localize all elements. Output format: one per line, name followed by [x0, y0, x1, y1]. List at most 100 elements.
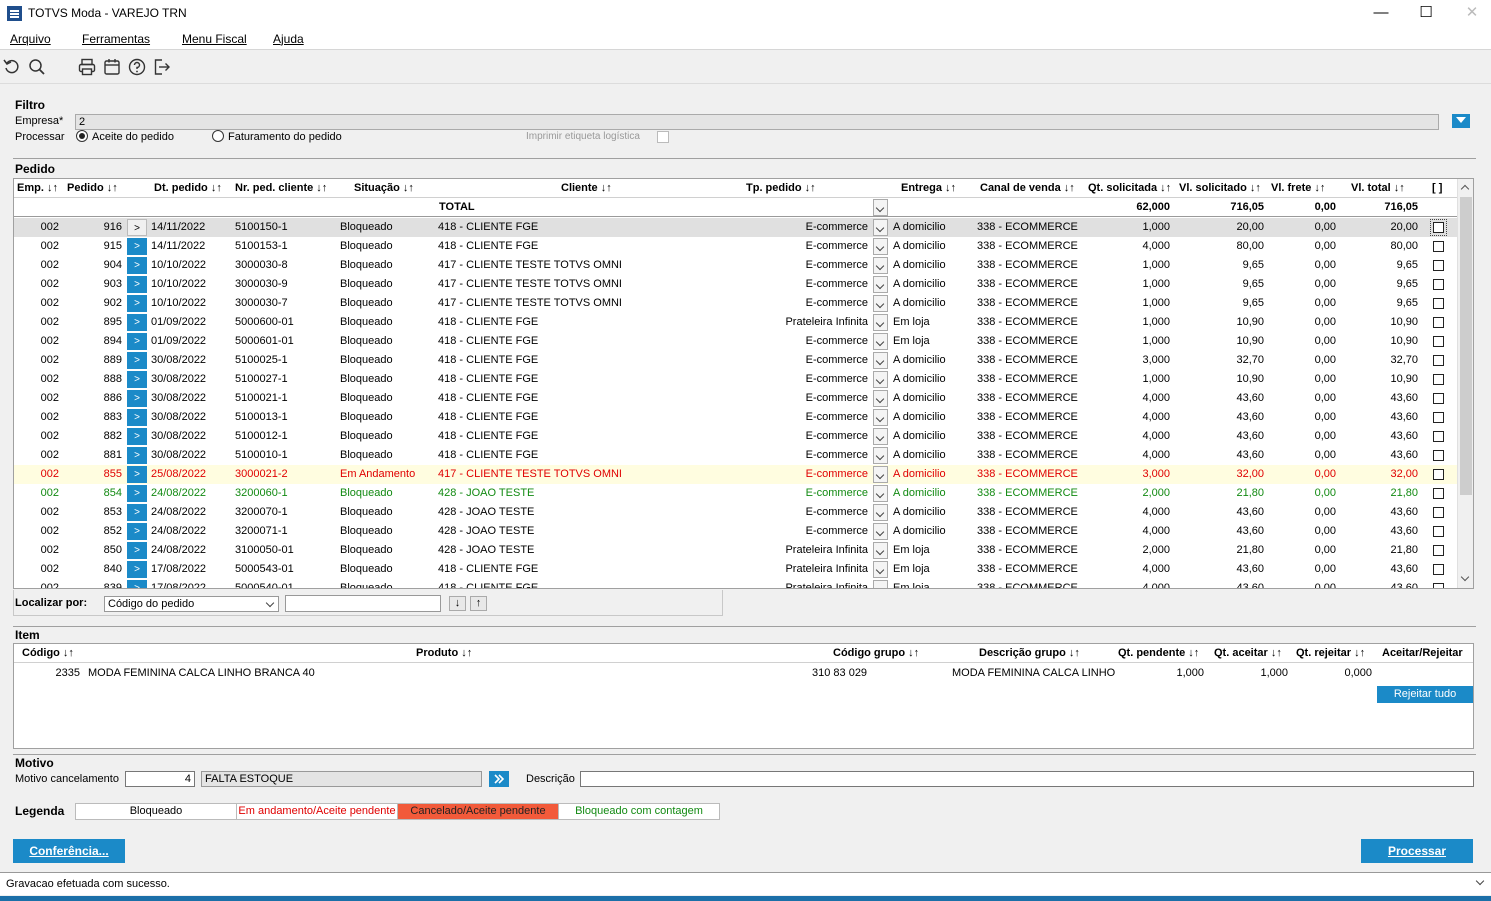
localizar-input[interactable]: [285, 595, 441, 612]
minimize-button[interactable]: —: [1358, 2, 1404, 26]
col-vl-solicitado[interactable]: Vl. solicitado ↓↑: [1179, 182, 1261, 194]
tp-pedido-dropdown[interactable]: [873, 409, 888, 426]
tp-pedido-dropdown[interactable]: [873, 580, 888, 588]
tp-pedido-dropdown[interactable]: [873, 295, 888, 312]
tp-pedido-dropdown[interactable]: [873, 504, 888, 521]
localizar-select[interactable]: Código do pedido: [104, 596, 279, 612]
tp-pedido-dropdown[interactable]: [873, 219, 888, 236]
tp-pedido-dropdown[interactable]: [873, 542, 888, 559]
open-order-button[interactable]: >: [127, 466, 147, 483]
motivo-code-field[interactable]: 4: [125, 771, 195, 787]
row-checkbox[interactable]: [1433, 507, 1444, 518]
open-order-button[interactable]: >: [127, 257, 147, 274]
open-order-button[interactable]: >: [127, 504, 147, 521]
open-order-button[interactable]: >: [127, 542, 147, 559]
tp-pedido-dropdown[interactable]: [873, 276, 888, 293]
empresa-field[interactable]: 2: [75, 114, 1439, 130]
col-vl-frete[interactable]: Vl. frete ↓↑: [1271, 182, 1325, 194]
open-order-button[interactable]: >: [127, 333, 147, 350]
filter-icon[interactable]: [1452, 114, 1470, 128]
row-checkbox[interactable]: [1433, 564, 1444, 575]
row-checkbox[interactable]: [1433, 374, 1444, 385]
radio-faturamento[interactable]: [212, 130, 224, 142]
menu-arquivo[interactable]: Arquivo: [10, 32, 51, 46]
tp-pedido-dropdown[interactable]: [873, 314, 888, 331]
col-dt-pedido[interactable]: Dt. pedido ↓↑: [154, 182, 222, 194]
row-checkbox[interactable]: [1433, 488, 1444, 499]
exit-icon[interactable]: [153, 58, 171, 76]
row-checkbox[interactable]: [1433, 526, 1444, 537]
col-pedido[interactable]: Pedido ↓↑: [67, 182, 118, 194]
open-order-button[interactable]: >: [127, 314, 147, 331]
calendar-icon[interactable]: [103, 58, 121, 76]
row-checkbox[interactable]: [1433, 260, 1444, 271]
close-button[interactable]: ✕: [1449, 2, 1491, 26]
row-checkbox[interactable]: [1433, 469, 1444, 480]
col-canal[interactable]: Canal de venda ↓↑: [980, 182, 1075, 194]
descricao-field[interactable]: [580, 771, 1474, 787]
open-order-button[interactable]: >: [127, 238, 147, 255]
row-checkbox[interactable]: [1433, 279, 1444, 290]
search-down-button[interactable]: ↓: [449, 596, 466, 611]
item-qt-aceitar[interactable]: 1,000: [1210, 667, 1288, 679]
col-entrega[interactable]: Entrega ↓↑: [901, 182, 956, 194]
help-icon[interactable]: [128, 58, 146, 76]
pedido-row[interactable]: 002 888 30/08/2022 5100027-1 Bloqueado 418 - …: [14, 370, 1457, 389]
conferencia-button[interactable]: Conferência...: [13, 839, 125, 863]
open-order-button[interactable]: >: [127, 561, 147, 578]
item-qt-rejeitar[interactable]: 0,000: [1294, 667, 1372, 679]
open-order-button[interactable]: >: [127, 523, 147, 540]
col-codigo-grupo[interactable]: Código grupo ↓↑: [833, 647, 919, 659]
tp-pedido-dropdown[interactable]: [873, 371, 888, 388]
pedido-row[interactable]: 002 839 17/08/2022 5000540-01 Bloqueado 418 -…: [14, 579, 1457, 588]
open-order-button[interactable]: >: [127, 447, 147, 464]
refresh-icon[interactable]: [3, 58, 21, 76]
search-icon[interactable]: [28, 58, 46, 76]
print-icon[interactable]: [78, 58, 96, 76]
row-checkbox[interactable]: [1433, 336, 1444, 347]
scroll-up-icon[interactable]: [1460, 184, 1470, 194]
open-order-button[interactable]: >: [127, 295, 147, 312]
pedido-row[interactable]: 002 881 30/08/2022 5100010-1 Bloqueado 418 - …: [14, 446, 1457, 465]
row-checkbox[interactable]: [1433, 431, 1444, 442]
col-qt-solicitada[interactable]: Qt. solicitada ↓↑: [1088, 182, 1171, 194]
etiqueta-checkbox[interactable]: [657, 131, 669, 143]
pedido-row[interactable]: 002 915 14/11/2022 5100153-1 Bloqueado 418 - …: [14, 237, 1457, 256]
pedido-row[interactable]: 002 903 10/10/2022 3000030-9 Bloqueado 417 - …: [14, 275, 1457, 294]
pedido-row[interactable]: 002 854 24/08/2022 3200060-1 Bloqueado 428 - …: [14, 484, 1457, 503]
row-checkbox[interactable]: [1433, 298, 1444, 309]
open-order-button[interactable]: >: [127, 276, 147, 293]
open-order-button[interactable]: >: [127, 219, 147, 236]
tp-pedido-dropdown[interactable]: [873, 390, 888, 407]
col-produto[interactable]: Produto ↓↑: [416, 647, 472, 659]
row-checkbox[interactable]: [1433, 355, 1444, 366]
open-order-button[interactable]: >: [127, 485, 147, 502]
open-order-button[interactable]: >: [127, 390, 147, 407]
scroll-down-icon[interactable]: [1460, 572, 1470, 582]
tp-pedido-dropdown[interactable]: [873, 447, 888, 464]
tp-pedido-dropdown[interactable]: [873, 333, 888, 350]
open-order-button[interactable]: >: [127, 580, 147, 588]
pedido-row[interactable]: 002 882 30/08/2022 5100012-1 Bloqueado 418 - …: [14, 427, 1457, 446]
col-vl-total[interactable]: Vl. total ↓↑: [1351, 182, 1405, 194]
item-row[interactable]: 2335 MODA FEMININA CALCA LINHO BRANCA 40…: [14, 664, 1473, 703]
pedido-row[interactable]: 002 883 30/08/2022 5100013-1 Bloqueado 418 - …: [14, 408, 1457, 427]
open-order-button[interactable]: >: [127, 371, 147, 388]
maximize-button[interactable]: ☐: [1403, 2, 1449, 26]
col-qt-rejeitar[interactable]: Qt. rejeitar ↓↑: [1296, 647, 1365, 659]
menu-fiscal[interactable]: Menu Fiscal: [182, 32, 247, 46]
open-order-button[interactable]: >: [127, 352, 147, 369]
pedido-row[interactable]: 002 895 01/09/2022 5000600-01 Bloqueado 418 -…: [14, 313, 1457, 332]
row-checkbox[interactable]: [1433, 450, 1444, 461]
pedido-scrollbar[interactable]: [1457, 179, 1473, 588]
scroll-thumb[interactable]: [1460, 197, 1472, 495]
row-checkbox[interactable]: [1433, 241, 1444, 252]
col-situacao[interactable]: Situação ↓↑: [354, 182, 414, 194]
chevron-down-icon[interactable]: [1475, 876, 1485, 886]
pedido-row[interactable]: 002 850 24/08/2022 3100050-01 Bloqueado 428 -…: [14, 541, 1457, 560]
pedido-row[interactable]: 002 853 24/08/2022 3200070-1 Bloqueado 428 - …: [14, 503, 1457, 522]
row-checkbox[interactable]: [1433, 583, 1444, 588]
pedido-row[interactable]: 002 916 14/11/2022 5100150-1 Bloqueado 418 - …: [14, 218, 1457, 237]
processar-button[interactable]: Processar: [1361, 839, 1473, 863]
row-checkbox[interactable]: [1433, 393, 1444, 404]
